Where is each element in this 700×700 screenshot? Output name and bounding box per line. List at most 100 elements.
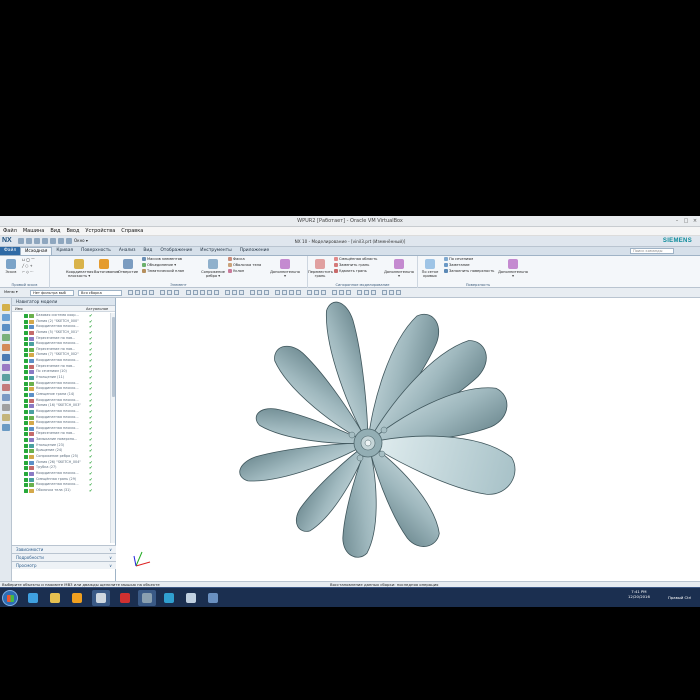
snap-icon[interactable]	[160, 290, 165, 295]
checkbox-icon[interactable]	[24, 392, 28, 397]
tab-tools[interactable]: Инструменты	[196, 247, 235, 255]
render-style-icon[interactable]	[314, 290, 319, 295]
undo-icon[interactable]	[26, 238, 32, 244]
command-search-input[interactable]: Поиск команды	[630, 248, 674, 254]
propeller-model[interactable]	[116, 298, 700, 581]
zoom-icon[interactable]	[282, 290, 287, 295]
vbox-menu-machine[interactable]: Машина	[23, 228, 45, 234]
details-panel[interactable]: Подробности ∨	[12, 553, 116, 561]
navigator-feature-row[interactable]: Оболочка тела (31) ✔	[12, 488, 116, 494]
pan-icon[interactable]	[296, 290, 301, 295]
save-icon[interactable]	[18, 238, 24, 244]
checkbox-icon[interactable]	[24, 370, 28, 375]
checkbox-icon[interactable]	[24, 421, 28, 426]
layer-icon[interactable]	[346, 290, 351, 295]
checkbox-icon[interactable]	[24, 342, 28, 347]
taskbar-app[interactable]	[24, 590, 42, 606]
part-navigator-icon[interactable]	[2, 324, 10, 331]
checkbox-icon[interactable]	[24, 443, 28, 448]
tab-application[interactable]: Приложение	[236, 247, 274, 255]
snap-icon[interactable]	[135, 290, 140, 295]
checkbox-icon[interactable]	[24, 455, 28, 460]
snap-icon[interactable]	[142, 290, 147, 295]
window-menu-button[interactable]: Окно ▾	[74, 238, 88, 244]
checkbox-icon[interactable]	[24, 353, 28, 358]
checkbox-icon[interactable]	[24, 398, 28, 403]
minimize-icon[interactable]: –	[674, 218, 680, 224]
menu-button[interactable]: Меню ▾	[2, 290, 24, 296]
sketch-button[interactable]: Эскиз	[1, 259, 21, 274]
taskbar-app[interactable]	[68, 590, 86, 606]
snap-icon[interactable]	[186, 290, 191, 295]
checkbox-icon[interactable]	[24, 404, 28, 409]
checkbox-icon[interactable]	[24, 336, 28, 341]
system-scenes-icon[interactable]	[2, 414, 10, 421]
checkbox-icon[interactable]	[24, 471, 28, 476]
taskbar-app[interactable]	[46, 590, 64, 606]
through-curve-mesh-button[interactable]: По сетке кривых	[420, 259, 440, 278]
work-layer-icon[interactable]	[382, 290, 387, 295]
graphics-window[interactable]	[116, 298, 700, 581]
datum-plane-button[interactable]: Координатная плоскость ▾	[66, 259, 93, 278]
pattern-feature-button[interactable]: Массив элементов	[142, 257, 182, 262]
checkbox-icon[interactable]	[24, 364, 28, 369]
show-hide-icon[interactable]	[371, 290, 376, 295]
edge-blend-button[interactable]: Сопряжение ребра ▾	[200, 259, 226, 278]
checkbox-icon[interactable]	[24, 432, 28, 437]
feature-more-button[interactable]: Дополнительно ▾	[270, 259, 300, 278]
close-icon[interactable]: ×	[692, 218, 698, 224]
start-button[interactable]	[2, 590, 18, 606]
snap-icon[interactable]	[232, 290, 237, 295]
snap-icon[interactable]	[207, 290, 212, 295]
vbox-menu-devices[interactable]: Устройства	[85, 228, 115, 234]
checkbox-icon[interactable]	[24, 426, 28, 431]
checkbox-icon[interactable]	[24, 460, 28, 465]
fit-icon[interactable]	[275, 290, 280, 295]
snap-icon[interactable]	[225, 290, 230, 295]
cut-icon[interactable]	[42, 238, 48, 244]
chamfer-button[interactable]: Фаска	[228, 257, 245, 262]
render-style-icon[interactable]	[321, 290, 326, 295]
system-materials-icon[interactable]	[2, 374, 10, 381]
show-hide-icon[interactable]	[357, 290, 362, 295]
checkbox-icon[interactable]	[24, 359, 28, 364]
tab-view[interactable]: Вид	[139, 247, 156, 255]
history-icon[interactable]	[2, 364, 10, 371]
move-face-button[interactable]: Переместить грань	[308, 259, 333, 278]
checkbox-icon[interactable]	[24, 438, 28, 443]
surface-more-button[interactable]: Дополнительно ▾	[498, 259, 528, 278]
checkbox-icon[interactable]	[24, 488, 28, 493]
maximize-icon[interactable]: □	[683, 218, 689, 224]
redo-icon[interactable]	[34, 238, 40, 244]
system-clock[interactable]: 7:41 PM 12/20/2016	[628, 589, 650, 599]
delete-face-button[interactable]: Удалить грань	[334, 269, 367, 274]
unite-button[interactable]: Объединение ▾	[142, 263, 176, 268]
replace-face-button[interactable]: Заменить грань	[334, 263, 369, 268]
vbox-menu-help[interactable]: Справка	[121, 228, 143, 234]
checkbox-icon[interactable]	[24, 483, 28, 488]
render-style-icon[interactable]	[307, 290, 312, 295]
work-layer-icon[interactable]	[389, 290, 394, 295]
constraint-navigator-icon[interactable]	[2, 314, 10, 321]
taskbar-app[interactable]	[160, 590, 178, 606]
draft-button[interactable]: Уклон	[228, 269, 244, 274]
checkbox-icon[interactable]	[24, 319, 28, 324]
palette-icon[interactable]	[2, 424, 10, 431]
checkbox-icon[interactable]	[24, 381, 28, 386]
selection-filter-dropdown[interactable]: Нет фильтра выб	[30, 290, 74, 296]
hd3d-icon[interactable]	[2, 344, 10, 351]
view-orient-icon[interactable]	[250, 290, 255, 295]
snap-icon[interactable]	[128, 290, 133, 295]
checkbox-icon[interactable]	[24, 466, 28, 471]
snap-icon[interactable]	[214, 290, 219, 295]
snap-icon[interactable]	[167, 290, 172, 295]
checkbox-icon[interactable]	[24, 376, 28, 381]
column-up-to-date[interactable]: Актуальное	[86, 306, 108, 312]
thematic-plan-button[interactable]: Тематический план	[142, 269, 184, 274]
checkbox-icon[interactable]	[24, 477, 28, 482]
snap-icon[interactable]	[149, 290, 154, 295]
manufacturing-wizard-icon[interactable]	[2, 394, 10, 401]
vbox-menu-file[interactable]: Файл	[3, 228, 17, 234]
column-name[interactable]: Имя	[15, 306, 23, 312]
roles-icon[interactable]	[2, 404, 10, 411]
